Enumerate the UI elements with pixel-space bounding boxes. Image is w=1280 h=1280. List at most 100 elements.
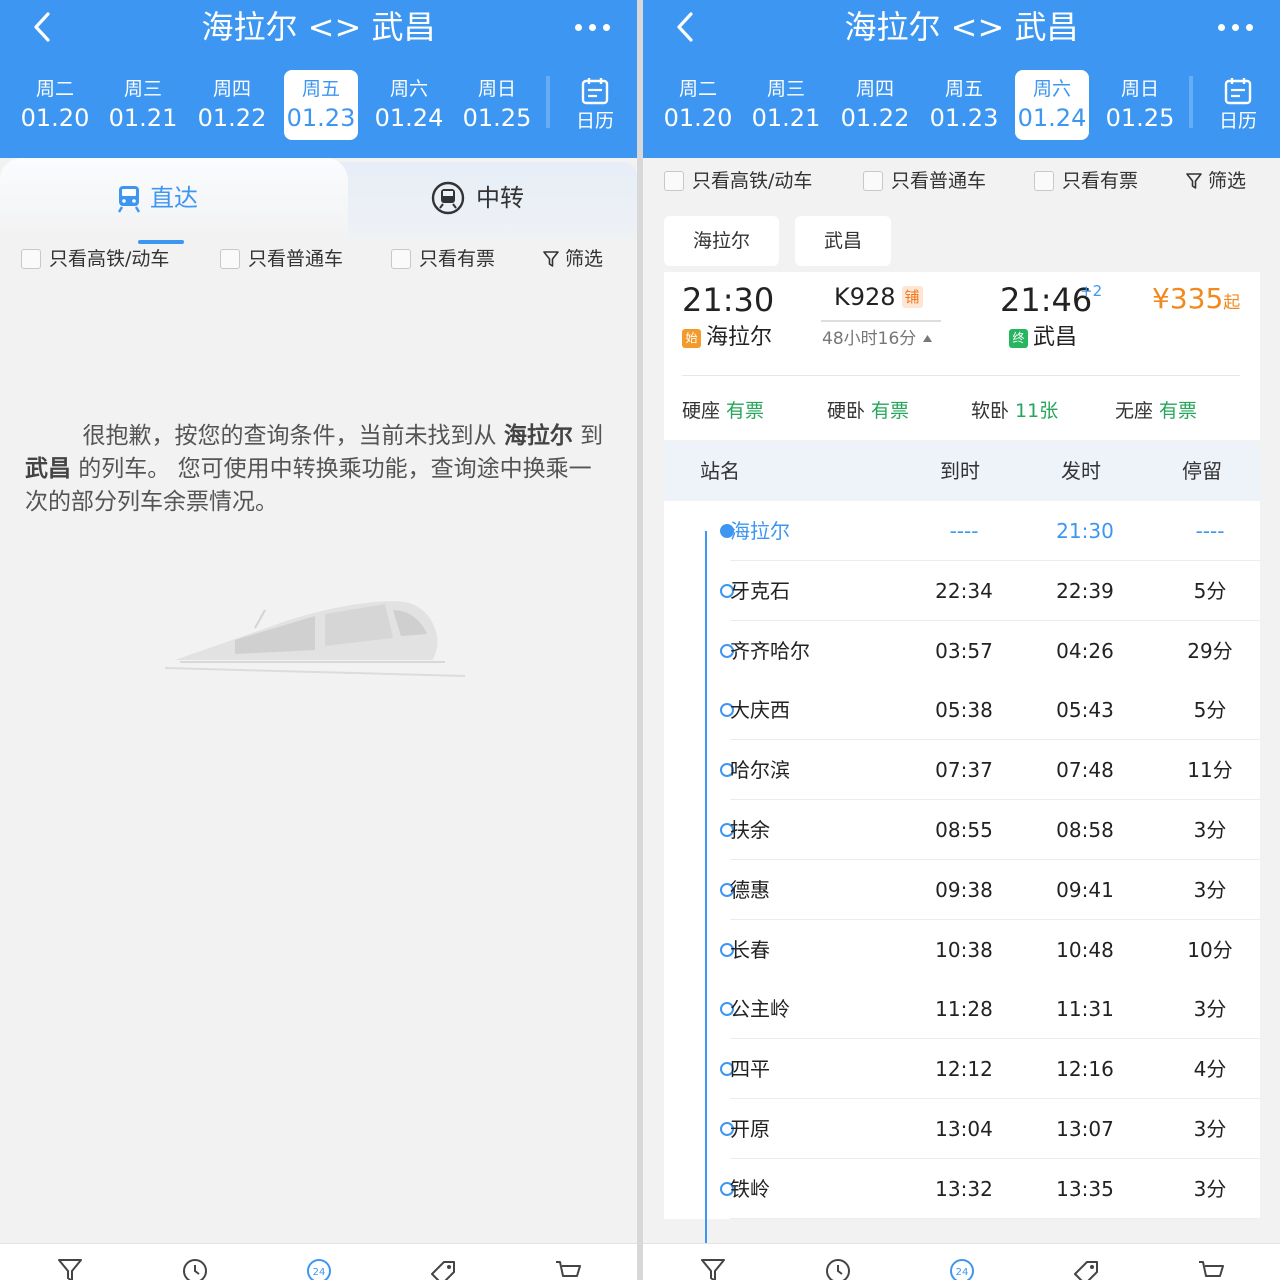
filter-normal[interactable]: 只看普通车 [220, 236, 343, 282]
date-tab-selected[interactable]: 周五 01.23 [284, 70, 358, 140]
date-tab[interactable]: 周四 01.22 [195, 70, 269, 140]
filter-highspeed[interactable]: 只看高铁/动车 [21, 236, 169, 282]
filter-available[interactable]: 只看有票 [391, 236, 495, 282]
bottom-tabbar: 24 [0, 1243, 637, 1280]
date-tab[interactable]: 周二 01.20 [661, 70, 735, 140]
clock-icon[interactable] [180, 1256, 210, 1280]
left-screen: 海拉尔 <> 武昌 周二 01.20 周三 01.21 周四 01.22 周五 01.2… [0, 0, 637, 1280]
date-strip: 周二 01.20 周三 01.21 周四 01.22 周五 01.23 周六 01.24 … [0, 62, 637, 148]
msg-text: 很抱歉，按您的查询条件，当前未找到从 [82, 423, 504, 449]
bottom-tabbar: 24 [643, 1243, 1280, 1280]
schedule-row[interactable]: 扶余 08:55 08:58 3分 [664, 800, 1260, 860]
date-tab[interactable]: 周二 01.20 [18, 70, 92, 140]
seat-status: 11张 [1015, 400, 1059, 422]
train-number[interactable]: K928 铺 [834, 282, 923, 312]
filter-icon[interactable] [698, 1256, 728, 1280]
stop-name: 铁岭 [730, 1176, 770, 1201]
date-week: 周二 [678, 78, 717, 100]
clock-icon[interactable] [823, 1256, 853, 1280]
stop-duration: 5分 [1193, 698, 1227, 723]
arrive-station-name: 武昌 [1033, 325, 1078, 350]
date-tab[interactable]: 周六 01.24 [372, 70, 446, 140]
date-day: 01.24 [374, 104, 444, 132]
cart-icon[interactable] [1196, 1256, 1226, 1280]
checkbox[interactable] [1034, 171, 1054, 191]
schedule-header: 站名 到时 发时 停留 [664, 442, 1260, 500]
screen-button[interactable]: 筛选 [1186, 158, 1246, 204]
date-day: 01.23 [929, 104, 999, 132]
date-tab[interactable]: 周四 01.22 [838, 70, 912, 140]
divider [682, 375, 1240, 376]
checkbox[interactable] [21, 249, 41, 269]
date-tab[interactable]: 周五 01.23 [927, 70, 1001, 140]
checkbox[interactable] [391, 249, 411, 269]
train-illustration [165, 601, 466, 677]
date-tab[interactable]: 周日 01.25 [460, 70, 534, 140]
schedule-row[interactable]: 哈尔滨 07:37 07:48 11分 [664, 740, 1260, 801]
schedule-row[interactable]: 德惠 09:38 09:41 3分 [664, 859, 1260, 920]
filter-label: 筛选 [1208, 170, 1247, 192]
date-tab[interactable]: 周日 01.25 [1103, 70, 1177, 140]
stop-name: 牙克石 [730, 578, 790, 603]
tag-icon[interactable] [428, 1256, 458, 1280]
cart-icon[interactable] [553, 1256, 583, 1280]
24h-icon[interactable]: 24 [304, 1256, 334, 1280]
filter-icon[interactable] [55, 1256, 85, 1280]
checkbox[interactable] [863, 171, 883, 191]
station-chip-from[interactable]: 海拉尔 [664, 216, 779, 266]
schedule-row[interactable]: 大庆西 05:38 05:43 5分 [664, 680, 1260, 741]
date-tab[interactable]: 周三 01.21 [749, 70, 823, 140]
date-tab-selected[interactable]: 周六 01.24 [1015, 70, 1089, 140]
empty-message: 很抱歉，按您的查询条件，当前未找到从 海拉尔 到 武昌 的列车。 您可使用中转换… [25, 420, 610, 519]
schedule-row[interactable]: 开原 13:04 13:07 3分 [664, 1099, 1260, 1159]
schedule-row[interactable]: 齐齐哈尔 03:57 04:26 29分 [664, 620, 1260, 681]
seat-soft-sleeper: 软卧 11张 [971, 396, 1058, 423]
filter-label: 只看高铁/动车 [49, 248, 170, 270]
schedule-row[interactable]: 海拉尔 ---- 21:30 ---- [664, 501, 1260, 561]
train-card[interactable]: 21:30 始海拉尔 K928 铺 48小时16分 21:46 +2 终武昌 ¥3… [664, 272, 1260, 440]
tab-transfer-label: 中转 [476, 184, 524, 212]
seat-type: 无座 [1115, 400, 1154, 422]
calendar-button[interactable]: 日历 [560, 70, 630, 140]
schedule-row[interactable]: 铁岭 13:32 13:35 3分 [664, 1158, 1260, 1219]
filter-label: 只看有票 [419, 248, 496, 270]
col-stop: 停留 [1182, 459, 1222, 483]
back-icon[interactable] [28, 8, 58, 46]
train-number-text: K928 [834, 283, 896, 311]
stop-name: 四平 [730, 1057, 770, 1082]
seat-hard-sleeper: 硬卧 有票 [827, 396, 909, 423]
stop-duration: 3分 [1193, 877, 1227, 902]
filter-highspeed[interactable]: 只看高铁/动车 [664, 158, 812, 204]
stop-arrive: ---- [949, 519, 979, 543]
back-icon[interactable] [671, 8, 701, 46]
stop-depart: 08:58 [1056, 818, 1114, 842]
stop-arrive: 13:32 [935, 1176, 993, 1201]
date-week: 周四 [212, 78, 251, 100]
stop-depart: 05:43 [1056, 698, 1114, 723]
calendar-label: 日历 [575, 110, 614, 132]
station-chip-to[interactable]: 武昌 [795, 216, 891, 266]
filter-available[interactable]: 只看有票 [1034, 158, 1138, 204]
depart-time: 21:30 [682, 281, 775, 319]
schedule-row[interactable]: 公主岭 11:28 11:31 3分 [664, 979, 1260, 1040]
price-value: ¥335 [1152, 282, 1224, 315]
tab-bg-inactive [310, 162, 637, 238]
more-icon[interactable] [1213, 8, 1263, 46]
stop-depart: 11:31 [1056, 997, 1114, 1022]
date-day: 01.20 [20, 104, 90, 132]
tag-icon[interactable] [1071, 1256, 1101, 1280]
duration[interactable]: 48小时16分 [822, 328, 933, 350]
checkbox[interactable] [664, 171, 684, 191]
screen-button[interactable]: 筛选 [543, 236, 603, 282]
date-tab[interactable]: 周三 01.21 [106, 70, 180, 140]
24h-icon[interactable]: 24 [947, 1256, 977, 1280]
checkbox[interactable] [220, 249, 240, 269]
schedule-row[interactable]: 长春 10:38 10:48 10分 [664, 919, 1260, 980]
stop-depart: 12:16 [1056, 1057, 1114, 1082]
schedule-row[interactable]: 四平 12:12 12:16 4分 [664, 1039, 1260, 1100]
more-icon[interactable] [570, 8, 620, 46]
calendar-button[interactable]: 日历 [1203, 70, 1273, 140]
filter-normal[interactable]: 只看普通车 [863, 158, 986, 204]
schedule-row[interactable]: 牙克石 22:34 22:39 5分 [664, 560, 1260, 621]
stop-arrive: 03:57 [935, 638, 993, 663]
